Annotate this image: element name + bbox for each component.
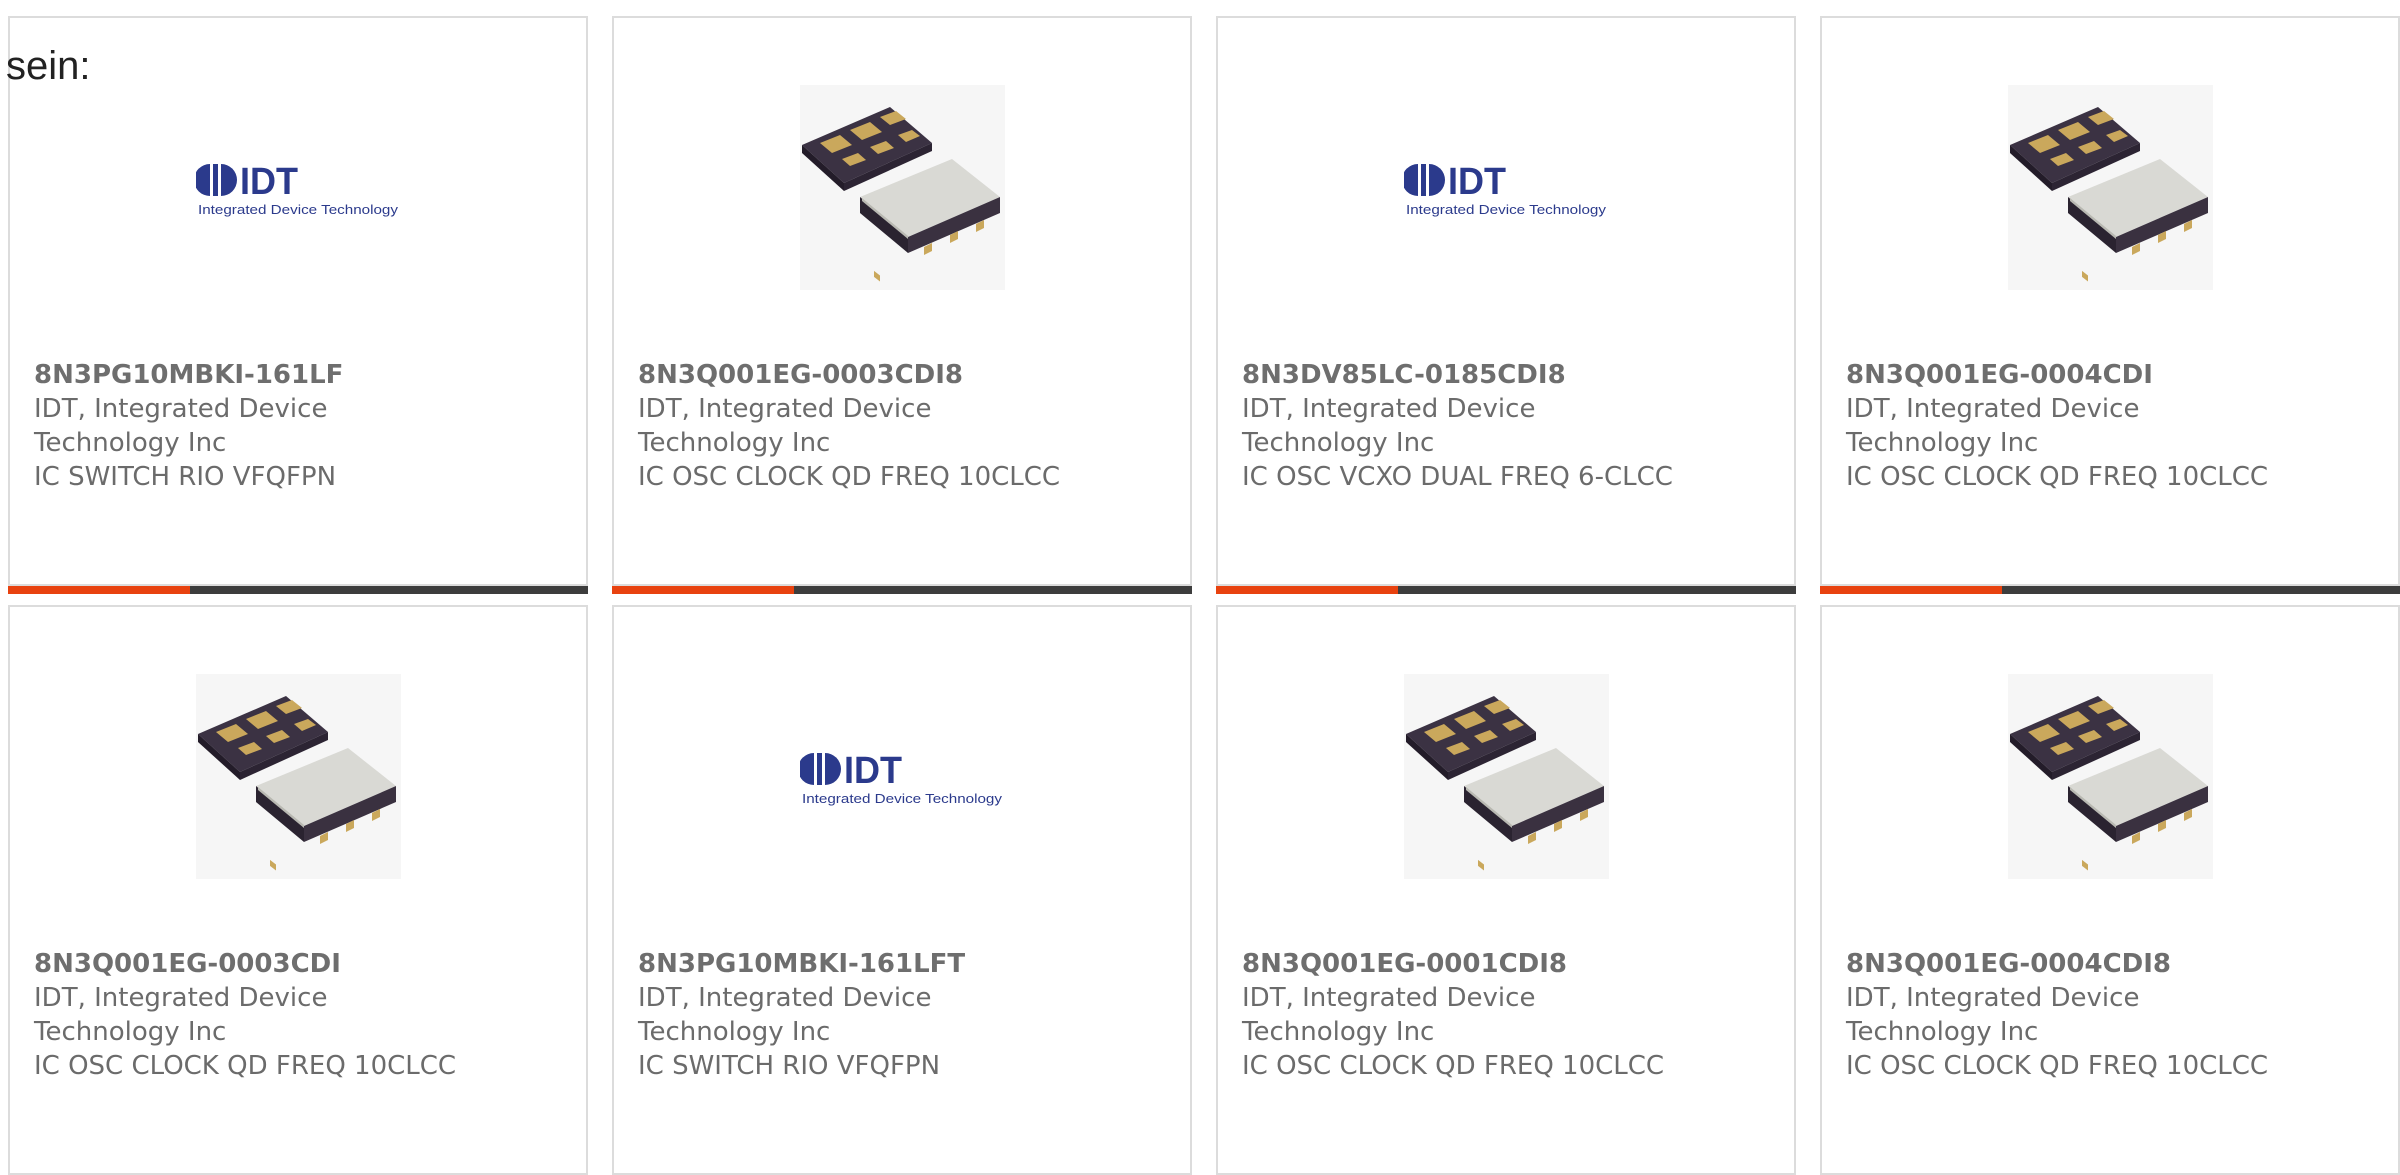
part-number-link[interactable]: 8N3Q001EG-0003CDI bbox=[34, 947, 570, 981]
product-description: IC SWITCH RIO VFQFPN bbox=[34, 462, 337, 492]
idt-logo: IDT Integrated Device Technology bbox=[195, 161, 399, 217]
manufacturer-line1: IDT, Integrated Device bbox=[1242, 983, 1536, 1013]
accent-bar bbox=[1820, 586, 2002, 594]
product-card[interactable]: 8N3Q001EG-0004CDI8 IDT, Integrated Devic… bbox=[1820, 605, 2400, 1175]
product-image-chip-photo[interactable] bbox=[1822, 671, 2398, 881]
product-image-chip-photo[interactable] bbox=[1218, 671, 1794, 881]
product-image-chip-photo[interactable] bbox=[614, 82, 1190, 292]
product-info: 8N3Q001EG-0003CDI8 IDT, Integrated Devic… bbox=[638, 358, 1174, 494]
product-image-idt-logo[interactable]: IDT Integrated Device Technology bbox=[614, 671, 1190, 881]
manufacturer-line2: Technology Inc bbox=[638, 1017, 831, 1047]
product-image-idt-logo[interactable]: IDT Integrated Device Technology bbox=[10, 82, 586, 292]
product-description: IC OSC CLOCK QD FREQ 10CLCC bbox=[1242, 1051, 1665, 1081]
manufacturer-line1: IDT, Integrated Device bbox=[638, 983, 932, 1013]
manufacturer-line2: Technology Inc bbox=[34, 428, 227, 458]
chip-photo bbox=[1403, 673, 1609, 879]
part-number-link[interactable]: 8N3Q001EG-0004CDI8 bbox=[1846, 947, 2382, 981]
product-card[interactable]: 8N3Q001EG-0001CDI8 IDT, Integrated Devic… bbox=[1216, 605, 1796, 1175]
manufacturer-line1: IDT, Integrated Device bbox=[638, 394, 932, 424]
chip-photo bbox=[195, 673, 401, 879]
part-number-link[interactable]: 8N3Q001EG-0004CDI bbox=[1846, 358, 2382, 392]
accent-bar bbox=[1216, 586, 1398, 594]
manufacturer-line2: Technology Inc bbox=[1846, 428, 2039, 458]
idt-logo: IDT Integrated Device Technology bbox=[1403, 161, 1607, 217]
card-footer-bar bbox=[612, 586, 1192, 594]
lead-text: sein: bbox=[6, 44, 91, 88]
product-description: IC OSC CLOCK QD FREQ 10CLCC bbox=[1846, 462, 2269, 492]
product-image-chip-photo[interactable] bbox=[10, 671, 586, 881]
product-description: IC OSC CLOCK QD FREQ 10CLCC bbox=[1846, 1051, 2269, 1081]
product-card[interactable]: IDT Integrated Device Technology 8N3DV85… bbox=[1216, 16, 1796, 594]
svg-text:Integrated Device Technology: Integrated Device Technology bbox=[198, 202, 399, 217]
manufacturer-line2: Technology Inc bbox=[638, 428, 831, 458]
card-footer-bar bbox=[1820, 586, 2400, 594]
chip-photo bbox=[799, 84, 1005, 290]
part-number-link[interactable]: 8N3Q001EG-0003CDI8 bbox=[638, 358, 1174, 392]
accent-bar bbox=[612, 586, 794, 594]
product-info: 8N3PG10MBKI-161LFT IDT, Integrated Devic… bbox=[638, 947, 1174, 1083]
manufacturer-line2: Technology Inc bbox=[1846, 1017, 2039, 1047]
manufacturer-line1: IDT, Integrated Device bbox=[34, 394, 328, 424]
product-info: 8N3Q001EG-0001CDI8 IDT, Integrated Devic… bbox=[1242, 947, 1778, 1083]
product-card[interactable]: 8N3Q001EG-0003CDI IDT, Integrated Device… bbox=[8, 605, 588, 1175]
manufacturer-line1: IDT, Integrated Device bbox=[1846, 394, 2140, 424]
svg-text:IDT: IDT bbox=[844, 750, 902, 792]
part-number-link[interactable]: 8N3DV85LC-0185CDI8 bbox=[1242, 358, 1778, 392]
manufacturer-line2: Technology Inc bbox=[1242, 428, 1435, 458]
product-description: IC OSC CLOCK QD FREQ 10CLCC bbox=[638, 462, 1061, 492]
svg-text:Integrated Device Technology: Integrated Device Technology bbox=[1406, 202, 1607, 217]
manufacturer-line1: IDT, Integrated Device bbox=[1242, 394, 1536, 424]
part-number-link[interactable]: 8N3Q001EG-0001CDI8 bbox=[1242, 947, 1778, 981]
part-number-link[interactable]: 8N3PG10MBKI-161LFT bbox=[638, 947, 1174, 981]
product-image-chip-photo[interactable] bbox=[1822, 82, 2398, 292]
chip-photo bbox=[2007, 673, 2213, 879]
svg-text:IDT: IDT bbox=[240, 161, 298, 203]
card-footer-bar bbox=[8, 586, 588, 594]
product-info: 8N3Q001EG-0004CDI8 IDT, Integrated Devic… bbox=[1846, 947, 2382, 1083]
product-description: IC SWITCH RIO VFQFPN bbox=[638, 1051, 941, 1081]
product-card[interactable]: 8N3Q001EG-0004CDI IDT, Integrated Device… bbox=[1820, 16, 2400, 594]
idt-logo: IDT Integrated Device Technology bbox=[799, 750, 1003, 806]
product-card[interactable]: IDT Integrated Device Technology 8N3PG10… bbox=[8, 16, 588, 594]
product-card[interactable]: IDT Integrated Device Technology 8N3PG10… bbox=[612, 605, 1192, 1175]
product-info: 8N3DV85LC-0185CDI8 IDT, Integrated Devic… bbox=[1242, 358, 1778, 494]
manufacturer-line1: IDT, Integrated Device bbox=[1846, 983, 2140, 1013]
product-description: IC OSC VCXO DUAL FREQ 6-CLCC bbox=[1242, 462, 1673, 492]
product-card[interactable]: 8N3Q001EG-0003CDI8 IDT, Integrated Devic… bbox=[612, 16, 1192, 594]
manufacturer-line2: Technology Inc bbox=[1242, 1017, 1435, 1047]
accent-bar bbox=[8, 586, 190, 594]
part-number-link[interactable]: 8N3PG10MBKI-161LF bbox=[34, 358, 570, 392]
chip-photo bbox=[2007, 84, 2213, 290]
card-footer-bar bbox=[1216, 586, 1796, 594]
svg-text:Integrated Device Technology: Integrated Device Technology bbox=[802, 791, 1003, 806]
svg-text:IDT: IDT bbox=[1448, 161, 1506, 203]
manufacturer-line2: Technology Inc bbox=[34, 1017, 227, 1047]
product-description: IC OSC CLOCK QD FREQ 10CLCC bbox=[34, 1051, 457, 1081]
product-info: 8N3PG10MBKI-161LF IDT, Integrated Device… bbox=[34, 358, 570, 494]
product-info: 8N3Q001EG-0004CDI IDT, Integrated Device… bbox=[1846, 358, 2382, 494]
product-image-idt-logo[interactable]: IDT Integrated Device Technology bbox=[1218, 82, 1794, 292]
product-info: 8N3Q001EG-0003CDI IDT, Integrated Device… bbox=[34, 947, 570, 1083]
manufacturer-line1: IDT, Integrated Device bbox=[34, 983, 328, 1013]
